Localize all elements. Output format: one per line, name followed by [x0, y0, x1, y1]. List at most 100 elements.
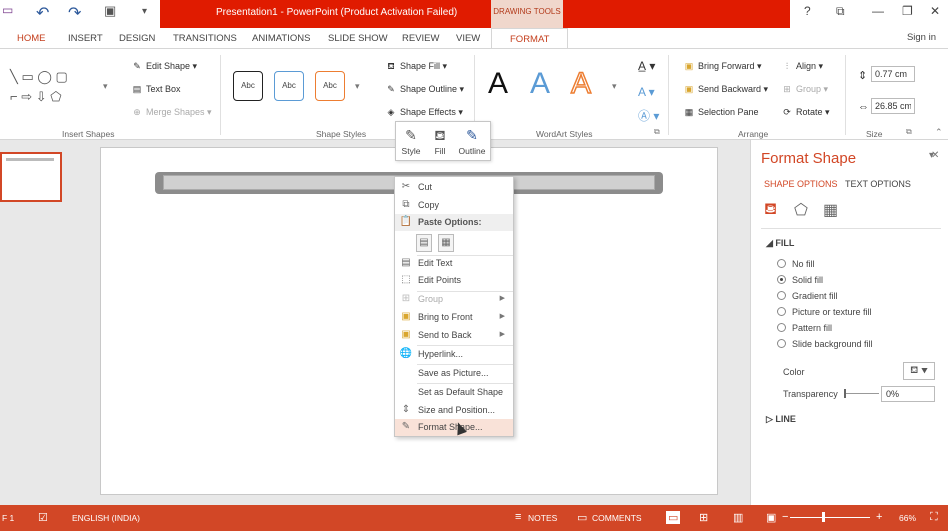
slide-show-icon[interactable]: ▣	[766, 511, 776, 524]
menu-item-copy[interactable]: ⧉ Copy	[395, 197, 513, 214]
menu-item-edit-text[interactable]: ▤ Edit Text	[395, 255, 513, 272]
radio-slide-background-fill[interactable]: Slide background fill	[777, 339, 873, 349]
radio-pattern-fill[interactable]: Pattern fill	[777, 323, 832, 333]
fit-to-window-icon[interactable]: ⛶	[930, 511, 938, 524]
comments-button[interactable]: COMMENTS	[592, 513, 642, 523]
size-properties-icon[interactable]: ▦	[823, 200, 838, 220]
shape-effects-button[interactable]: ◈ Shape Effects ▾	[385, 107, 463, 118]
size-launcher-icon[interactable]: ⧉	[906, 127, 912, 137]
radio-no-fill[interactable]: No fill	[777, 259, 815, 269]
zoom-out-icon[interactable]: −	[782, 511, 788, 523]
wordart-style-black[interactable]: A	[488, 67, 508, 101]
mini-fill-button[interactable]: ⛾ Fill	[430, 124, 450, 156]
wordart-style-blue[interactable]: A	[530, 67, 550, 101]
shape-outline-button[interactable]: ✎ Shape Outline ▾	[385, 84, 464, 95]
effects-pentagon-icon[interactable]: ⬠	[794, 200, 808, 220]
radio-gradient-fill[interactable]: Gradient fill	[777, 291, 838, 301]
wordart-launcher-icon[interactable]: ⧉	[654, 127, 660, 137]
mini-style-button[interactable]: ✎ Style	[400, 124, 422, 156]
radio-picture-fill[interactable]: Picture or texture fill	[777, 307, 872, 317]
restore-icon[interactable]: ❐	[902, 4, 913, 18]
radio-solid-fill[interactable]: Solid fill	[777, 275, 823, 285]
undo-icon[interactable]: ↶	[36, 3, 49, 23]
tab-animations[interactable]: ANIMATIONS	[252, 33, 310, 44]
notes-button[interactable]: NOTES	[528, 513, 557, 523]
tab-transitions[interactable]: TRANSITIONS	[173, 33, 237, 44]
selection-pane-button[interactable]: ▦ Selection Pane	[683, 107, 759, 118]
shape-gallery-icon[interactable]: ╲ ▭ ◯ ▢	[10, 69, 68, 85]
tab-home[interactable]: HOME	[17, 33, 46, 44]
text-fill-icon[interactable]: A̲ ▾	[638, 59, 655, 73]
color-picker-button[interactable]: ⛾ ▾	[903, 362, 935, 380]
ribbon-display-icon[interactable]: ⧉	[836, 4, 845, 19]
wordart-more-icon[interactable]: ▾	[612, 81, 617, 92]
help-icon[interactable]: ?	[804, 4, 811, 18]
transparency-input[interactable]	[881, 386, 935, 402]
slide-sorter-icon[interactable]: ⊞	[699, 511, 708, 524]
transparency-slider[interactable]	[844, 393, 879, 394]
zoom-slider-thumb[interactable]	[822, 512, 825, 522]
bring-forward-button[interactable]: ▣ Bring Forward ▾	[683, 61, 762, 72]
close-icon[interactable]: ✕	[930, 4, 940, 18]
menu-item-cut[interactable]: ✂ Cut	[395, 179, 513, 196]
collapse-ribbon-icon[interactable]: ⌃	[935, 127, 943, 138]
tab-slide-show[interactable]: SLIDE SHOW	[328, 33, 388, 44]
sign-in-link[interactable]: Sign in	[907, 32, 936, 43]
wordart-style-orange[interactable]: A	[570, 66, 592, 101]
start-from-beginning-icon[interactable]: ▣	[104, 3, 116, 19]
menu-item-edit-points[interactable]: ⬚ Edit Points	[395, 272, 513, 289]
tab-format[interactable]: FORMAT	[491, 28, 569, 49]
comments-icon[interactable]: ▭	[577, 511, 587, 524]
edit-shape-button[interactable]: ✎ Edit Shape ▾	[131, 61, 197, 72]
transparency-slider-thumb[interactable]	[844, 389, 846, 398]
minimize-icon[interactable]: —	[872, 4, 884, 18]
zoom-slider[interactable]	[790, 517, 870, 518]
group-button[interactable]: ⊞ Group ▾	[781, 84, 828, 95]
fill-line-icon[interactable]: ⛾	[764, 200, 777, 220]
menu-item-bring-to-front[interactable]: ▣ Bring to Front ▶	[395, 309, 513, 326]
text-effects-icon[interactable]: Ⓐ ▾	[638, 107, 659, 124]
menu-item-hyperlink[interactable]: 🌐 Hyperlink...	[395, 346, 513, 363]
menu-item-set-default-shape[interactable]: Set as Default Shape	[395, 384, 513, 401]
customize-qat-icon[interactable]: ▾	[142, 6, 147, 17]
tab-review[interactable]: REVIEW	[402, 33, 439, 44]
zoom-level[interactable]: 66%	[899, 513, 916, 523]
merge-shapes-button[interactable]: ⊕ Merge Shapes ▾	[131, 107, 211, 118]
menu-item-group[interactable]: ⊞ Group ▶	[395, 291, 513, 308]
shape-gallery-more-icon[interactable]: ▾	[103, 81, 108, 92]
menu-item-send-to-back[interactable]: ▣ Send to Back ▶	[395, 327, 513, 344]
shape-style-preset-3[interactable]: Abc	[315, 71, 345, 101]
shape-styles-more-icon[interactable]: ▾	[355, 81, 360, 92]
text-box-button[interactable]: ▤ Text Box	[131, 84, 181, 95]
line-section-header[interactable]: ▷ LINE	[766, 414, 796, 425]
fill-section-header[interactable]: ◢ FILL	[766, 238, 794, 249]
shape-width-input[interactable]	[871, 98, 915, 114]
menu-item-save-as-picture[interactable]: Save as Picture...	[395, 365, 513, 382]
spelling-check-icon[interactable]: ☑	[38, 511, 48, 524]
reading-view-icon[interactable]: ▥	[733, 511, 743, 524]
shape-style-preset-2[interactable]: Abc	[274, 71, 304, 101]
paste-keep-formatting-icon[interactable]: ▤	[416, 234, 432, 252]
normal-view-icon[interactable]: ▭	[666, 511, 681, 524]
close-icon[interactable]: ✕	[931, 150, 939, 161]
menu-item-size-and-position[interactable]: ⇕ Size and Position...	[395, 402, 513, 419]
notes-icon[interactable]: ≡	[515, 511, 521, 523]
paste-picture-icon[interactable]: ▦	[438, 234, 454, 252]
tab-text-options[interactable]: TEXT OPTIONS	[845, 179, 911, 189]
rotate-button[interactable]: ⟳ Rotate ▾	[781, 107, 829, 118]
redo-icon[interactable]: ↷	[68, 3, 81, 23]
tab-shape-options[interactable]: SHAPE OPTIONS	[764, 179, 838, 189]
language-indicator[interactable]: ENGLISH (INDIA)	[72, 513, 140, 523]
tab-insert[interactable]: INSERT	[68, 33, 103, 44]
send-backward-button[interactable]: ▣ Send Backward ▾	[683, 84, 768, 95]
align-button[interactable]: ⫶ Align ▾	[781, 61, 823, 72]
shape-gallery-row2-icon[interactable]: ⌐ ⇨ ⇩ ⬠	[10, 89, 62, 105]
zoom-in-icon[interactable]: +	[876, 511, 882, 523]
text-outline-icon[interactable]: A ▾	[638, 85, 655, 99]
tab-view[interactable]: VIEW	[456, 33, 480, 44]
tab-design[interactable]: DESIGN	[119, 33, 155, 44]
shape-fill-button[interactable]: ⛾ Shape Fill ▾	[385, 61, 447, 73]
slide-thumbnail-1[interactable]	[0, 152, 62, 202]
shape-height-input[interactable]	[871, 66, 915, 82]
shape-style-preset-1[interactable]: Abc	[233, 71, 263, 101]
